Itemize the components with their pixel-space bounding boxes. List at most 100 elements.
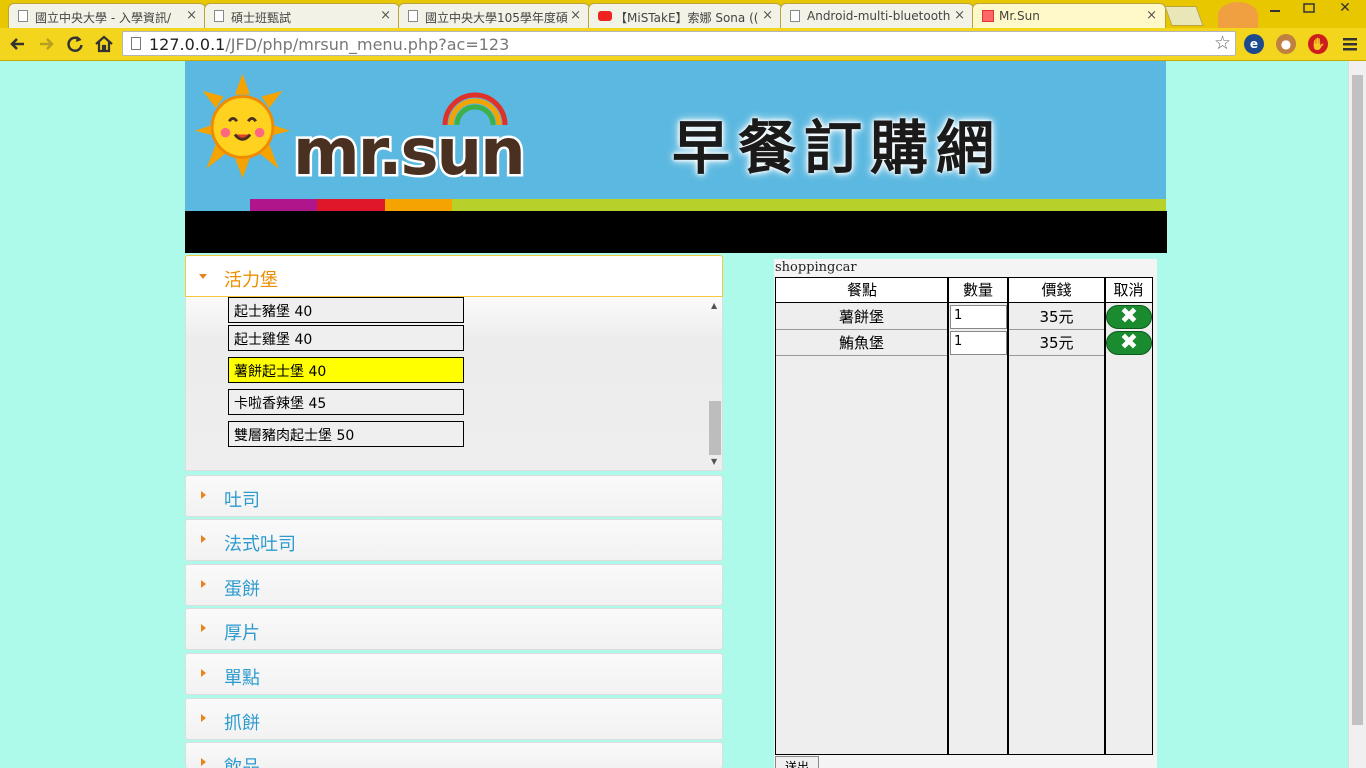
cancel-button[interactable]: ✖ [1106,331,1152,355]
color-stripe [317,199,385,211]
triangle-right-icon [201,535,206,543]
panel-scrollbar-thumb[interactable] [709,401,721,455]
category-label: 飲品 [224,757,260,768]
category-header-open[interactable]: 活力堡 [185,255,723,297]
scroll-up-arrow-icon[interactable]: ▲ [711,301,717,310]
scrollbar-thumb[interactable] [1352,75,1363,725]
menu-item[interactable]: 雙層豬肉起士堡 50 [228,421,464,447]
category-label: 法式吐司 [224,534,296,555]
triangle-right-icon [201,758,206,766]
menu-item-selected[interactable]: 薯餅起士堡 40 [228,357,464,383]
shopping-cart: shoppingcar 餐點 數量 價錢 取消 薯餅堡 1 35元 ✖ 鮪魚堡 … [774,259,1157,768]
quantity-input[interactable]: 1 [950,331,1007,355]
browser-tab[interactable]: 碩士班甄試 × [204,3,400,28]
cart-row-item: 鮪魚堡 [776,330,947,356]
close-x-icon: ✖ [1119,330,1139,355]
reload-icon[interactable] [63,32,87,56]
category-header[interactable]: 單點 [185,653,723,695]
sun-logo-icon [195,73,290,179]
youtube-icon [598,11,612,21]
color-stripe [250,199,317,211]
mrsun-favicon-icon [982,10,994,22]
site-header: mr.sun 早餐訂購網 [185,61,1166,211]
address-bar[interactable]: 127.0.0.1/JFD/php/mrsun_menu.php?ac=123 … [122,31,1236,56]
triangle-right-icon [201,491,206,499]
category-label: 吐司 [224,490,260,511]
triangle-right-icon [201,669,206,677]
menu-item[interactable]: 卡啦香辣堡 45 [228,389,464,415]
category-panel: 起士豬堡 40 起士雞堡 40 薯餅起士堡 40 卡啦香辣堡 45 雙層豬肉起士… [185,297,723,471]
page-scrollbar[interactable] [1348,61,1366,768]
tab-title: Mr.Sun [999,9,1040,23]
browser-toolbar: 127.0.0.1/JFD/php/mrsun_menu.php?ac=123 … [0,28,1366,61]
quantity-input[interactable]: 1 [950,305,1007,329]
extension-bear-icon[interactable]: ● [1276,34,1296,54]
minimize-button[interactable] [1262,0,1288,18]
tab-close-icon[interactable]: × [954,8,965,23]
page-icon [790,10,800,22]
browser-tabbar: 國立中央大學 - 入學資訊/ × 碩士班甄試 × 國立中央大學105學年度碩 ×… [0,0,1366,28]
category-label: 抓餅 [224,713,260,734]
back-icon[interactable] [6,32,30,56]
triangle-right-icon [201,714,206,722]
menu-item[interactable]: 起士豬堡 40 [228,297,464,323]
home-icon[interactable] [92,32,116,56]
panel-scrollbar[interactable]: ▲ ▼ [707,297,723,469]
tab-title: 【MiSTakE】索娜 Sona (( [615,11,759,25]
category-header[interactable]: 法式吐司 [185,519,723,561]
new-tab-button[interactable] [1164,6,1204,26]
rainbow-icon [442,92,508,126]
browser-tab[interactable]: 國立中央大學 - 入學資訊/ × [8,3,206,28]
cart-title: shoppingcar [775,260,857,275]
tab-title: 國立中央大學 - 入學資訊/ [35,11,172,25]
adblock-icon[interactable]: ✋ [1308,34,1328,54]
menu-icon[interactable] [1338,32,1362,56]
cart-row-item: 薯餅堡 [776,304,947,330]
tab-close-icon[interactable]: × [762,8,773,23]
category-label: 單點 [224,668,260,689]
browser-tab[interactable]: 【MiSTakE】索娜 Sona (( × [588,3,782,28]
menu-item[interactable]: 起士雞堡 40 [228,325,464,351]
cat-mascot-icon [1218,2,1258,28]
browser-tab-active[interactable]: Mr.Sun × [972,3,1166,28]
tab-close-icon[interactable]: × [570,8,581,23]
tab-close-icon[interactable]: × [186,8,197,23]
close-x-icon: ✖ [1119,304,1139,329]
color-stripe [452,199,1166,211]
category-header[interactable]: 吐司 [185,475,723,517]
column-header-qty: 數量 [948,278,1008,303]
category-header[interactable]: 厚片 [185,608,723,650]
restore-button[interactable] [1296,0,1322,18]
tab-title: 國立中央大學105學年度碩 [425,11,568,25]
url-text[interactable]: 127.0.0.1/JFD/php/mrsun_menu.php?ac=123 [149,35,509,54]
scroll-down-arrow-icon[interactable]: ▼ [711,457,717,466]
cart-table: 餐點 數量 價錢 取消 薯餅堡 1 35元 ✖ 鮪魚堡 1 35元 ✖ [775,277,1153,755]
category-label: 厚片 [224,623,260,644]
column-header-cancel: 取消 [1105,278,1152,303]
cancel-button[interactable]: ✖ [1106,305,1152,329]
column-divider [1104,278,1106,754]
tab-title: Android-multi-bluetooth [807,9,951,23]
triangle-right-icon [201,580,206,588]
column-divider [947,278,949,754]
close-window-button[interactable]: ✕ [1330,0,1360,18]
bookmark-star-icon[interactable]: ☆ [1214,32,1231,54]
submit-button[interactable]: 送出 [775,756,819,768]
extension-e-icon[interactable]: e [1244,34,1264,54]
tab-close-icon[interactable]: × [380,8,391,23]
page-icon [131,37,141,50]
tab-close-icon[interactable]: × [1146,8,1157,23]
page-icon [408,10,418,22]
category-label: 活力堡 [224,270,278,291]
category-label: 蛋餅 [224,579,260,600]
category-header[interactable]: 飲品 [185,742,723,768]
page-icon [214,10,224,22]
cart-row-price: 35元 [1009,304,1104,330]
forward-icon[interactable] [34,32,58,56]
column-header-item: 餐點 [776,278,948,303]
category-header[interactable]: 蛋餅 [185,564,723,606]
column-header-price: 價錢 [1008,278,1105,303]
category-header[interactable]: 抓餅 [185,698,723,740]
browser-tab[interactable]: 國立中央大學105學年度碩 × [398,3,590,28]
browser-tab[interactable]: Android-multi-bluetooth × [780,3,974,28]
